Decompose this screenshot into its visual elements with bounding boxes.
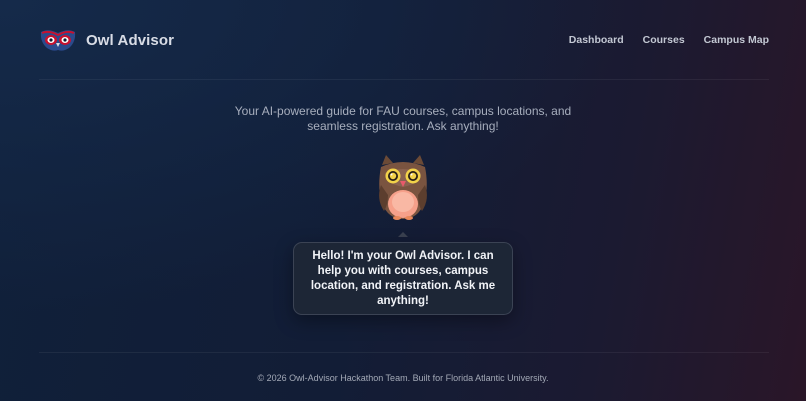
chat-line: help you with courses, campus [317,264,489,277]
chat-bubble-message: Hello! I'm your Owl Advisor. I can help … [311,249,495,309]
chat-line: Hello! I'm your Owl Advisor. I can [312,249,494,262]
main-nav: Dashboard Courses Campus Map [569,34,769,46]
chat-bubble-pointer [398,232,408,237]
brand[interactable]: Owl Advisor [39,28,174,52]
footer-divider [39,352,769,353]
brand-name: Owl Advisor [86,31,175,49]
footer-text: © 2026 Owl-Advisor Hackathon Team. Built… [257,373,549,383]
tagline-line: seamless registration. Ask anything! [307,119,499,133]
site-header: Owl Advisor Dashboard Courses Campus Map [39,26,769,54]
tagline-line: Your AI-powered guide for FAU courses, c… [234,104,572,118]
chat-line: anything! [377,294,429,307]
chat-line: location, and registration. Ask me [310,279,496,292]
hero-tagline: Your AI-powered guide for FAU courses, c… [0,104,806,134]
nav-courses[interactable]: Courses [643,34,685,46]
nav-dashboard[interactable]: Dashboard [569,34,624,46]
chat-bubble: Hello! I'm your Owl Advisor. I can help … [293,242,513,315]
nav-campus-map[interactable]: Campus Map [704,34,769,46]
owl-mascot-icon[interactable] [376,155,430,221]
header-divider [39,79,769,80]
owl-logo-icon [40,30,76,51]
